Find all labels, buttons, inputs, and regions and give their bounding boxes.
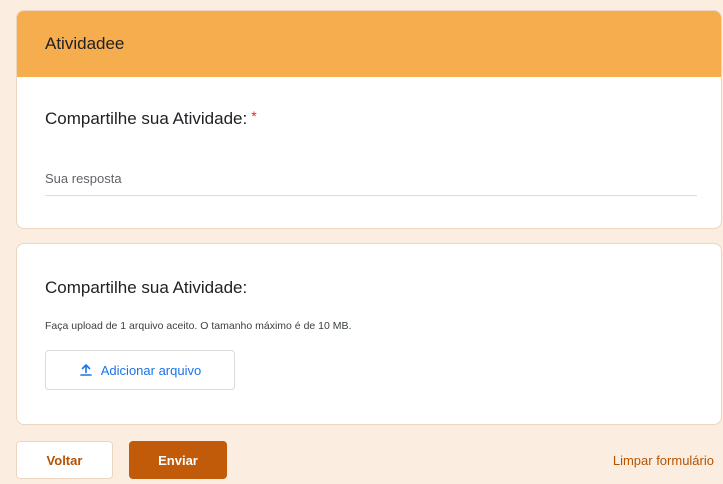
add-file-label: Adicionar arquivo bbox=[100, 362, 202, 378]
form-footer: Voltar Enviar Limpar formulário bbox=[16, 441, 716, 479]
upload-question-title: Compartilhe sua Atividade: bbox=[45, 278, 248, 297]
section-title: Atividadee bbox=[45, 34, 125, 53]
section-header: Atividadee bbox=[17, 11, 721, 77]
question-title-text: Compartilhe sua Atividade: bbox=[45, 109, 248, 128]
add-file-button[interactable]: Adicionar arquivo bbox=[45, 350, 235, 390]
answer-input[interactable] bbox=[45, 167, 697, 196]
back-button[interactable]: Voltar bbox=[16, 441, 113, 479]
upload-icon bbox=[79, 363, 93, 377]
required-asterisk: * bbox=[251, 108, 257, 124]
form-page: Atividadee Compartilhe sua Atividade: * … bbox=[0, 0, 723, 484]
upload-hint: Faça upload de 1 arquivo aceito. O taman… bbox=[45, 320, 352, 332]
submit-button[interactable]: Enviar bbox=[129, 441, 227, 479]
clear-form-link[interactable]: Limpar formulário bbox=[613, 453, 714, 468]
question-file-upload: Compartilhe sua Atividade: Faça upload d… bbox=[16, 243, 722, 425]
section-card: Atividadee Compartilhe sua Atividade: * bbox=[16, 10, 722, 229]
question-title: Compartilhe sua Atividade: * bbox=[45, 109, 693, 129]
question-text-answer: Compartilhe sua Atividade: * bbox=[17, 77, 721, 196]
